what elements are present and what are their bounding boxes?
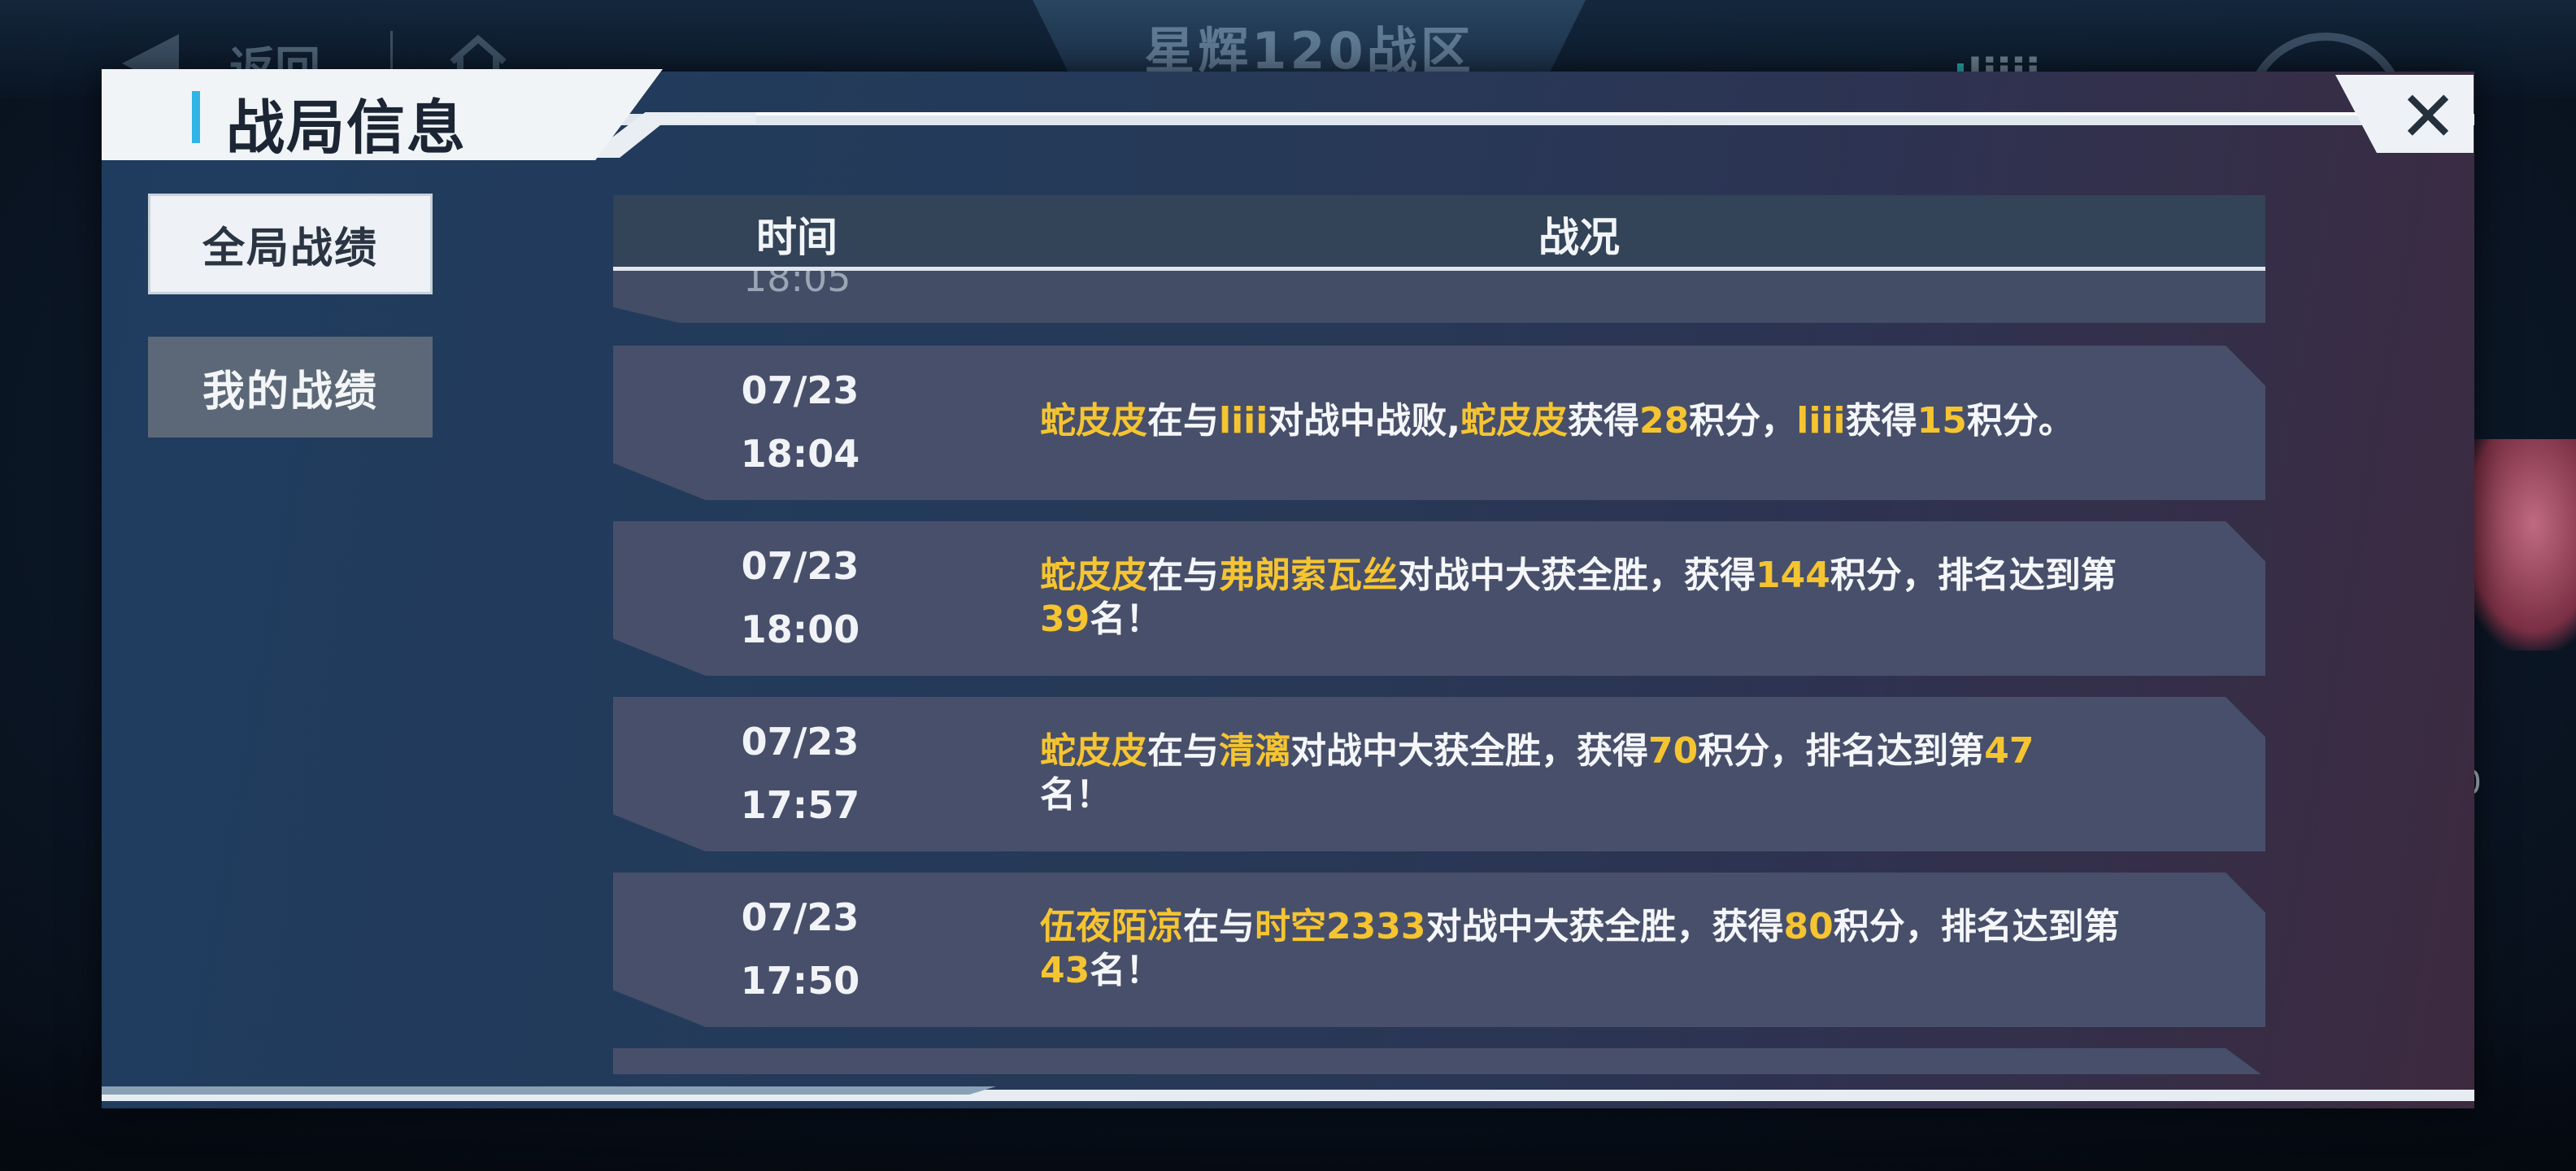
plain-text: 积分，排名达到第	[1698, 730, 1985, 772]
highlight-text: 70	[1648, 730, 1699, 772]
highlight-text: 47	[1984, 730, 2034, 772]
battle-record-list[interactable]: 18:05 07/23 18:04 蛇皮皮在与liii对战中战败,蛇皮皮获得28…	[613, 271, 2265, 1074]
tab-my-record[interactable]: 我的战绩	[148, 337, 433, 437]
plain-text: 积分，排名达到第	[1830, 555, 2117, 596]
plain-text: 在与	[1147, 730, 1219, 772]
row-date: 07/23	[741, 544, 859, 588]
plain-text: 积分，排名达到第	[1833, 906, 2120, 947]
highlight-text: 80	[1783, 906, 1834, 947]
highlight-text: 蛇皮皮	[1040, 730, 1147, 772]
title-accent-bar	[192, 91, 200, 143]
row-date: 07/23	[741, 895, 859, 939]
row-description: 蛇皮皮在与清漓对战中大获全胜，获得70积分，排名达到第47 名！	[1040, 729, 2040, 817]
highlight-text: 蛇皮皮	[1040, 400, 1147, 442]
highlight-text: 39	[1040, 599, 1090, 640]
list-item: 18:05	[613, 271, 2265, 323]
plain-text: 在与	[1147, 555, 1219, 596]
list-item	[613, 1048, 2265, 1074]
highlight-text: 蛇皮皮	[1460, 400, 1569, 442]
row-time: 17:50	[740, 959, 860, 1003]
table-header	[613, 195, 2265, 267]
plain-text: 名！	[1090, 950, 1162, 991]
plain-text: 获得	[1568, 400, 1640, 442]
row-time: 18:04	[740, 432, 860, 476]
highlight-text: 清漓	[1219, 730, 1290, 772]
modal-top-rail	[585, 114, 2474, 125]
plain-text: 在与	[1183, 906, 1255, 947]
row-description: 伍夜陌凉在与时空2333对战中大获全胜，获得80积分，排名达到第 43名！	[1040, 905, 2121, 993]
highlight-text: 蛇皮皮	[1040, 555, 1147, 596]
plain-text: 对战中大获全胜，获得	[1398, 555, 1756, 596]
highlight-text: 43	[1040, 950, 1090, 991]
highlight-text: 15	[1917, 400, 1967, 442]
table-row: 07/23 18:04 蛇皮皮在与liii对战中战败,蛇皮皮获得28积分，lii…	[613, 346, 2265, 500]
modal-top-rail-highlight	[756, 112, 2472, 115]
table-row: 07/23 17:50 伍夜陌凉在与时空2333对战中大获全胜，获得80积分，排…	[613, 873, 2265, 1027]
column-header-status: 战况	[1538, 214, 1620, 261]
plain-text: 在与	[1147, 400, 1219, 442]
modal-title: 战局信息	[226, 94, 468, 162]
highlight-text: liii	[1796, 400, 1846, 442]
highlight-text: 时空2333	[1255, 906, 1426, 947]
plain-text: 获得	[1845, 400, 1917, 442]
highlight-text: 144	[1756, 555, 1830, 596]
tab-global-record[interactable]: 全局战绩	[148, 194, 433, 294]
plain-text: 对战中战败,	[1268, 400, 1461, 442]
highlight-text: 伍夜陌凉	[1040, 906, 1183, 947]
row-time: 18:05	[743, 271, 851, 300]
close-icon[interactable]: ✕	[2399, 78, 2457, 156]
plain-text: 对战中大获全胜，获得	[1425, 906, 1784, 947]
highlight-text: 弗朗索瓦丝	[1219, 555, 1398, 596]
table-row: 07/23 17:57 蛇皮皮在与清漓对战中大获全胜，获得70积分，排名达到第4…	[613, 697, 2265, 851]
plain-text: 对战中大获全胜，获得	[1290, 730, 1648, 772]
row-date: 07/23	[741, 368, 859, 412]
plain-text: 名！	[1090, 599, 1162, 640]
row-date: 07/23	[741, 720, 859, 764]
row-description: 蛇皮皮在与弗朗索瓦丝对战中大获全胜，获得144积分，排名达到第 39名！	[1040, 554, 2121, 642]
table-row: 07/23 18:00 蛇皮皮在与弗朗索瓦丝对战中大获全胜，获得144积分，排名…	[613, 521, 2265, 676]
plain-text: 积分。	[1966, 400, 2074, 442]
highlight-text: liii	[1219, 400, 1268, 442]
row-time: 18:00	[740, 607, 860, 651]
plain-text: 名！	[1040, 774, 1112, 816]
plain-text: 积分，	[1689, 400, 1797, 442]
row-time: 17:57	[740, 783, 860, 827]
highlight-text: 28	[1639, 400, 1690, 442]
column-header-time: 时间	[756, 214, 838, 261]
modal-bottom-rail-shadow	[102, 1086, 996, 1095]
row-description: 蛇皮皮在与liii对战中战败,蛇皮皮获得28积分，liii获得15积分。	[1040, 399, 2130, 443]
